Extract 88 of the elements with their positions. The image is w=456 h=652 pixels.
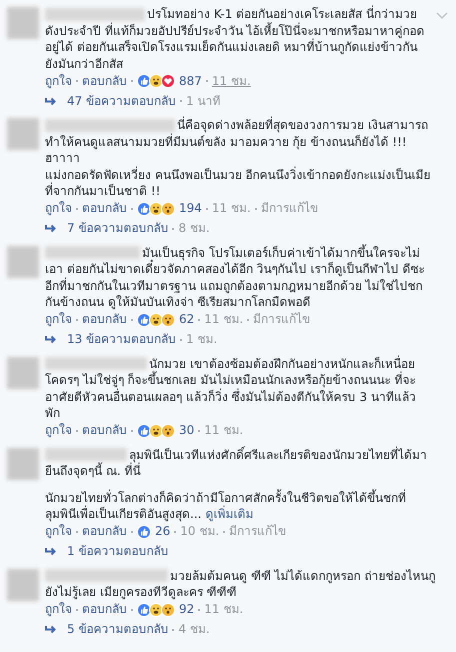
separator-dot-icon: [76, 530, 78, 532]
avatar[interactable]: [7, 246, 39, 278]
like-link[interactable]: ถูกใจ: [45, 200, 72, 217]
avatar[interactable]: [7, 448, 39, 480]
separator-dot-icon: [131, 208, 133, 210]
comment-text: นี่คือจุดด่างพล้อยที่สุดของวงการมวย เงินสามารถ: [177, 117, 428, 134]
view-replies-link[interactable]: 7 ข้อความตอบกลับ: [67, 220, 168, 237]
chevron-down-icon[interactable]: [436, 12, 448, 20]
separator-dot-icon: [76, 208, 78, 210]
comment-text: ยังไม่รู้เลย เมียกูครองทีวีดูละคร ฑีฑีฑี: [45, 584, 237, 600]
comment-text: ปรโมทอย่าง K-1 ต่อยกันอย่างเคโระเลยสัส นี่กว่ามวย: [147, 6, 418, 22]
separator-dot-icon: [206, 208, 208, 210]
separator-dot-icon: [76, 430, 78, 432]
comment-text: อีกที่มาชกกันในเวทีมาตรฐาน แถมถูกต้องตามกฎหมายอีกด้วย ไม่ใช่ไปชก: [45, 278, 423, 294]
separator-dot-icon: [174, 530, 176, 532]
reaction-count[interactable]: 887: [179, 72, 202, 90]
separator-dot-icon: [198, 608, 200, 610]
separator-dot-icon: [198, 430, 200, 432]
replies-time: 4 ชม.: [178, 621, 210, 638]
reply-link[interactable]: ตอบกลับ: [82, 422, 127, 439]
comment-text: มันเป็นธุรกิจ โปรโมเตอร์เก็บค่าเข้าได้มากขึ้นใครจะไม่: [142, 244, 420, 260]
reply-link[interactable]: ตอบกลับ: [82, 601, 127, 618]
comment-text: ยังมันกว่าอีกสัส: [45, 56, 123, 72]
separator-dot-icon: [180, 100, 182, 102]
comment-text: เอา ต่อยกันไม่ขาดเดี๋ยวจัดภาคสองได้อีก วินๆกันไป เราก็ดูเป็นกีฬาไป ดีซะ: [45, 261, 424, 278]
separator-dot-icon: [206, 80, 208, 82]
comment-text: มวยล้มต้มคนดู ฑีฑี ไม่ได้แดกกูหรอก ถ่ายช่องไหนกู: [170, 568, 436, 584]
replies-time: 1 นาที: [186, 92, 221, 110]
avatar[interactable]: [7, 118, 39, 150]
separator-dot-icon: [131, 530, 133, 532]
separator-dot-icon: [172, 228, 174, 230]
comment-text: ยืนถึงจุดๆนี้ ณ. ที่นี่: [45, 463, 140, 480]
reply-link[interactable]: ตอบกลับ: [82, 72, 127, 90]
reply-link[interactable]: ตอบกลับ: [82, 311, 127, 328]
separator-dot-icon: [131, 318, 133, 320]
comment-text: ฮาาาา: [45, 150, 80, 166]
separator-dot-icon: [131, 80, 133, 82]
view-replies-link[interactable]: 5 ข้อความตอบกลับ: [67, 621, 168, 638]
comment-text: อาศัยตีหัวคนอื่นตอนเผลอๆ แล้วก็วิ่ง ซึ่งมันไม่ต้องตีกันให้ครบ 3 นาทีแล้ว: [45, 388, 416, 405]
reply-arrow-icon: [45, 625, 57, 634]
comment-text: ทำให้คนดูแลสนามมวยที่มีมนต์ขลัง มาอมควาย กุ้ย ข้างถนนก็ยังได้ !!!: [45, 134, 407, 150]
reaction-count[interactable]: 26: [155, 523, 170, 540]
reaction-count[interactable]: 194: [179, 200, 202, 217]
separator-dot-icon: [180, 338, 182, 340]
reaction-count[interactable]: 92: [179, 601, 194, 618]
comment-text: แม่งกอดรัดฟัดเหวี่ยง คนนึงพอเป็นมวย อีกคนนึงวิ่งเข้ากอดยังกะแม่งเป็นเมีย: [45, 166, 431, 182]
separator-dot-icon: [198, 318, 200, 320]
replies-time: 1 ชม.: [186, 331, 218, 348]
reply-arrow-icon: [45, 224, 57, 233]
separator-dot-icon: [76, 608, 78, 610]
separator-dot-icon: [223, 530, 226, 532]
view-replies-link[interactable]: 47 ข้อความตอบกลับ: [67, 92, 176, 110]
separator-dot-icon: [254, 208, 257, 210]
comment-text: โคดรๆ ไม่ใช่จู่ๆ ก็จะขึ้นชกเลย มันไม่เหมือนนักเลงหรือกุ้ยข้างถนนนะ ที่จะ: [45, 372, 416, 388]
comment-text: ที่จากกันมาเป็นชาติ !!: [45, 183, 160, 200]
view-replies-link[interactable]: 13 ข้อความตอบกลับ: [67, 331, 176, 348]
comment-text: ลุมพินีเพื่อเป็นเกียรติอันสูงสุด...: [45, 506, 202, 522]
like-link[interactable]: ถูกใจ: [45, 523, 72, 540]
comment-text: อยู่ได้ ต่อยกันเสร็จเปิดโรงแรมเย็ดกันแม่งเลยดิ หมาที่บ้านกูกัดแย่งข้าวกัน: [45, 39, 418, 56]
avatar[interactable]: [7, 356, 39, 388]
separator-dot-icon: [76, 318, 78, 320]
comment-text: พัก: [45, 405, 60, 422]
separator-dot-icon: [76, 80, 78, 82]
like-link[interactable]: ถูกใจ: [45, 422, 72, 439]
avatar[interactable]: [7, 7, 39, 39]
comment-text: ดังประจำปี ที่แท้ก็มวยอัปปรีย์ประจำวัน ไอ้เหี้ยโป๊นี่จะมาชกหรือมาหาคู่กอด: [45, 22, 425, 38]
reaction-count[interactable]: 62: [179, 311, 194, 328]
see-more-link[interactable]: ดูเพิ่มเติม: [205, 506, 254, 522]
reply-arrow-icon: [45, 335, 57, 344]
view-replies-link[interactable]: 1 ข้อความตอบกลับ: [67, 543, 168, 560]
avatar[interactable]: [7, 568, 39, 600]
comment-text: นักมวยไทยทั่วโลกต่างก็คิดว่าถ้ามีโอกาศสักครั้งในชีวิตขอให้ได้ขึ้นชกที่: [45, 490, 406, 506]
reply-link[interactable]: ตอบกลับ: [82, 200, 127, 217]
like-link[interactable]: ถูกใจ: [45, 72, 72, 90]
separator-dot-icon: [247, 318, 250, 320]
reaction-count[interactable]: 30: [179, 422, 194, 439]
reply-link[interactable]: ตอบกลับ: [82, 523, 127, 540]
like-link[interactable]: ถูกใจ: [45, 311, 72, 328]
replies-time: 8 ชม.: [178, 220, 210, 237]
separator-dot-icon: [131, 430, 133, 432]
like-link[interactable]: ถูกใจ: [45, 601, 72, 618]
separator-dot-icon: [172, 628, 174, 630]
comment-text: ลุมพินีเป็นเวทีแห่งศักดิ์ศรีและเกียรติของนักมวยไทยที่ได้มา: [129, 446, 427, 462]
comment-text: กันข้างถนน ดูให้มันบันเทิงจ่า ซีเรียสมากโลกมืดพอดี: [45, 294, 311, 310]
reply-arrow-icon: [45, 547, 57, 556]
separator-dot-icon: [131, 608, 133, 610]
reply-arrow-icon: [45, 96, 57, 106]
comment-text: นักมวย เขาต้องซ้อมต้องฝึกกันอย่างหนักและก็เหนื่อย: [149, 356, 415, 371]
